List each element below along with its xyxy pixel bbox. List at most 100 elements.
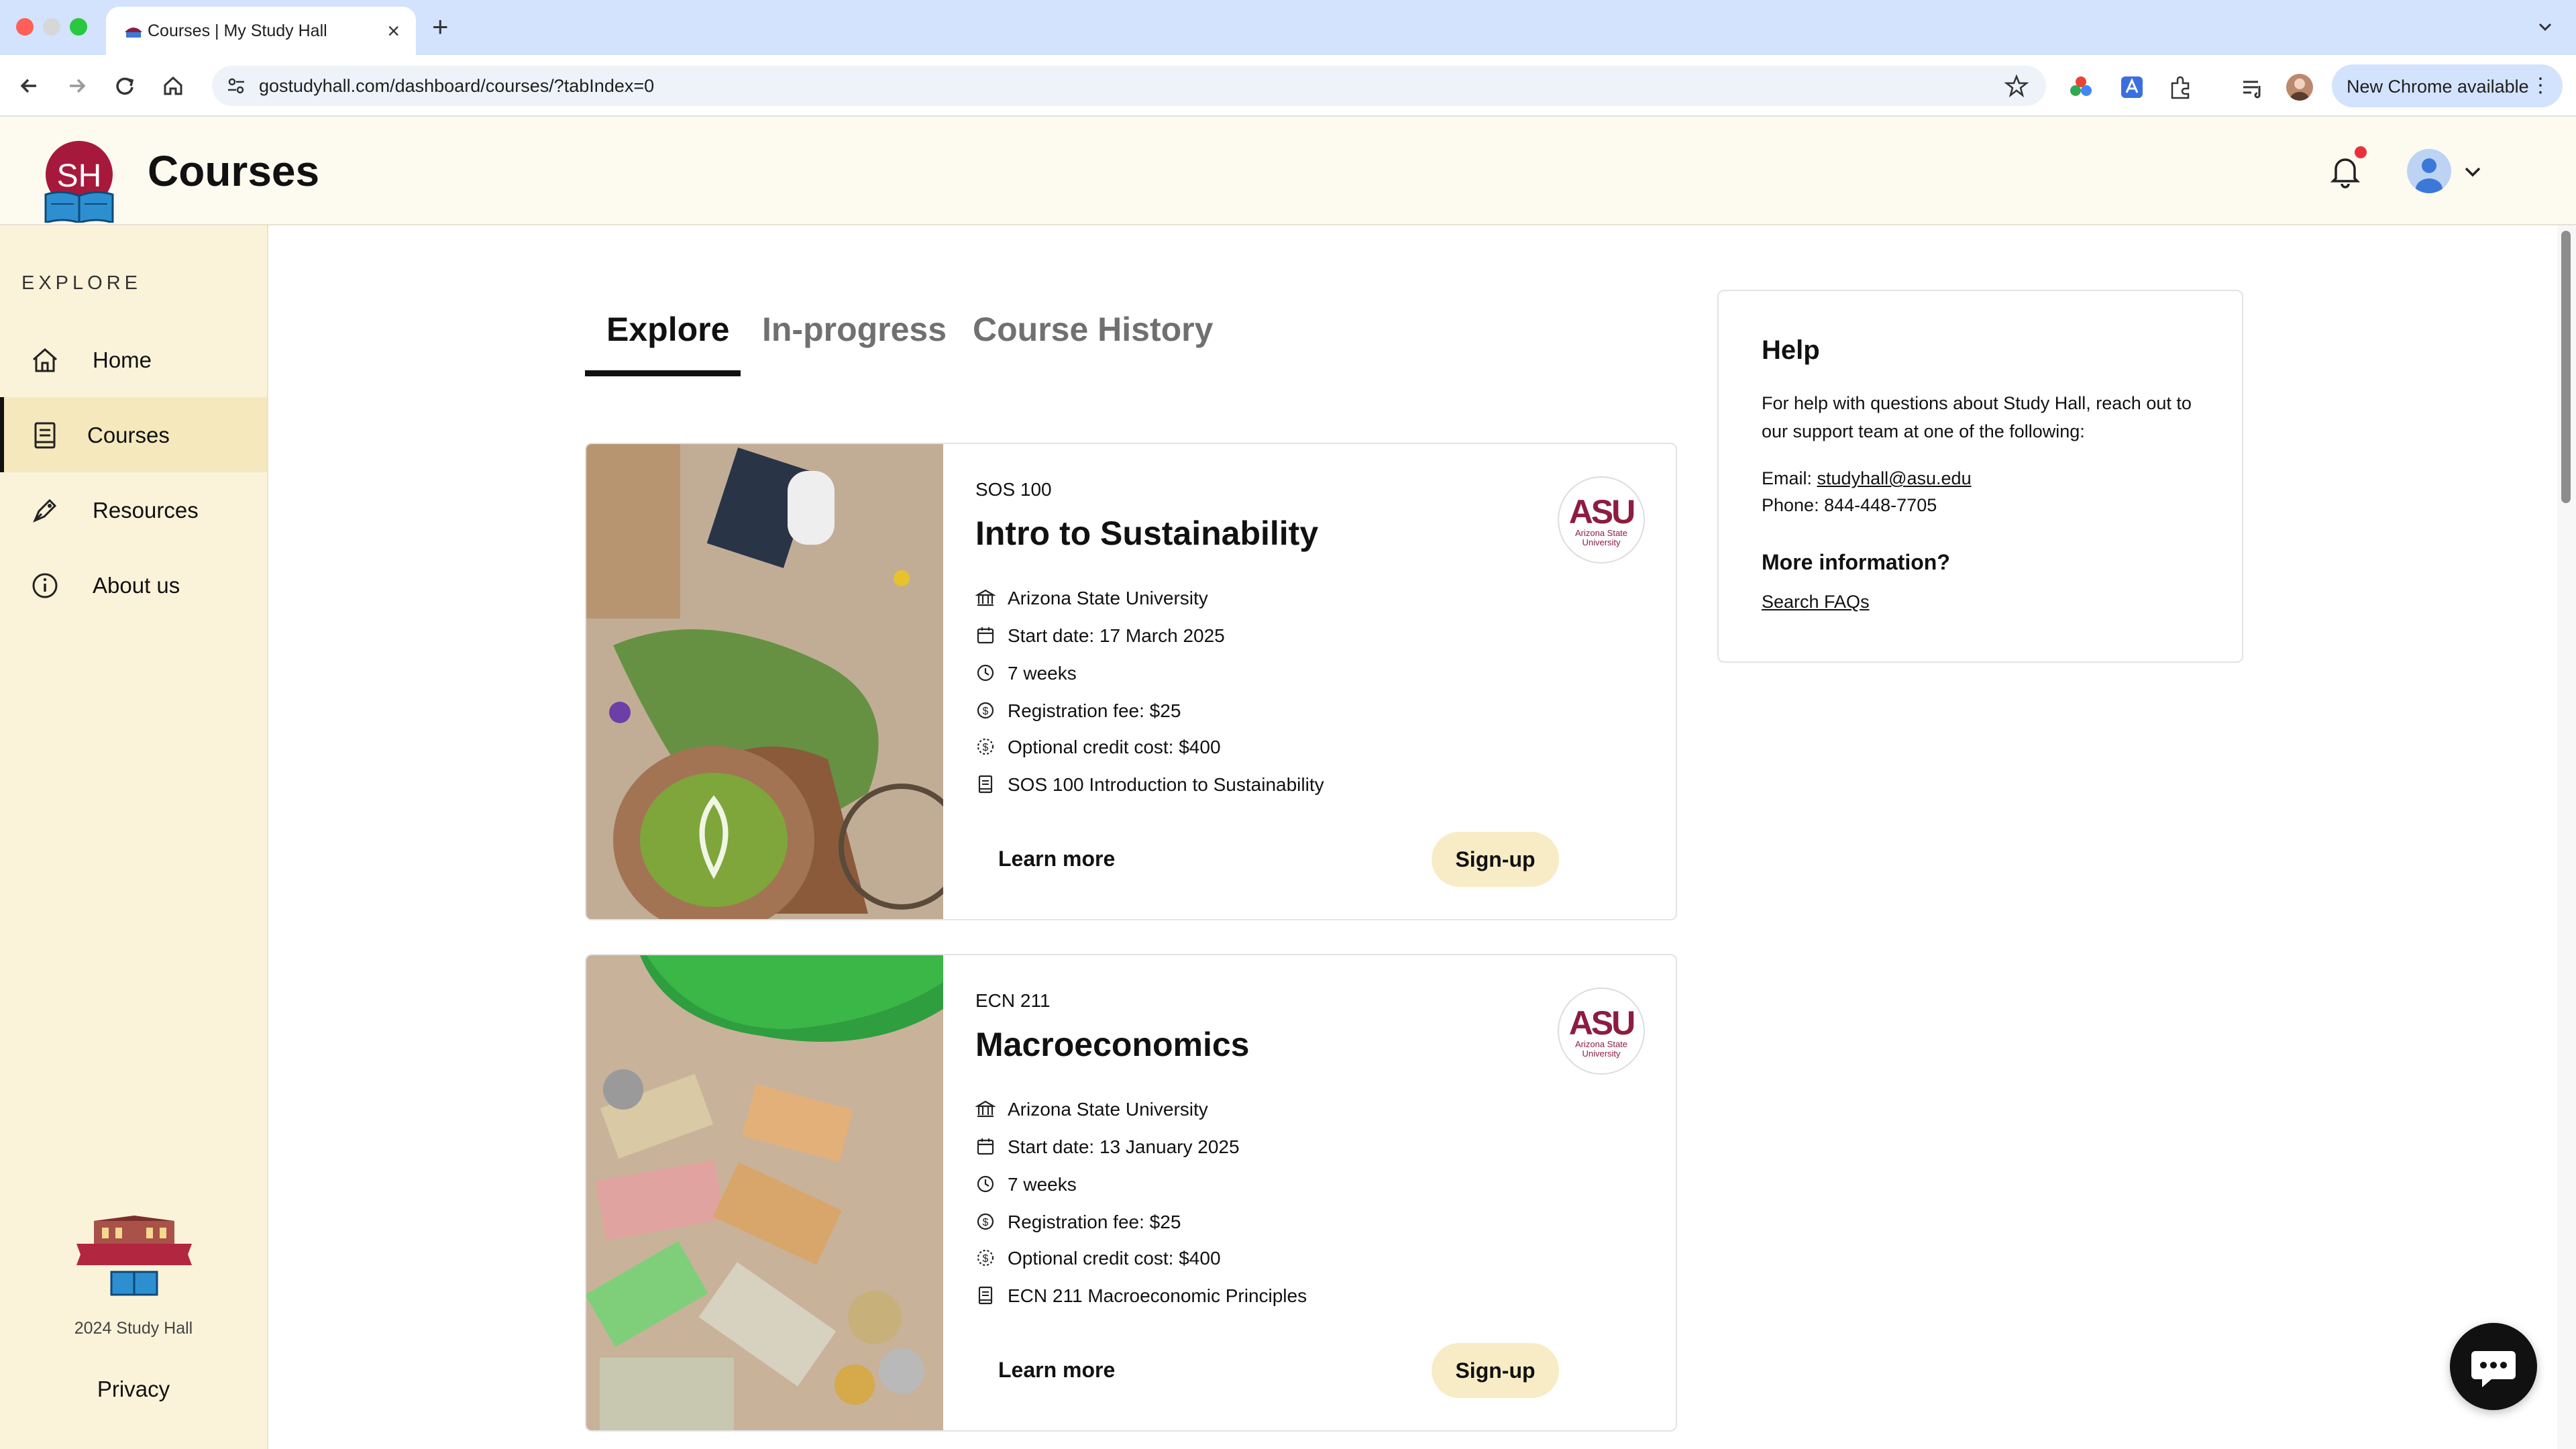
asu-logo-badge: ASU Arizona State University: [1558, 476, 1645, 564]
reading-list-icon[interactable]: [2239, 74, 2266, 101]
chevron-down-icon[interactable]: [2533, 15, 2557, 39]
page-title: Courses: [148, 147, 320, 195]
browser-toolbar: gostudyhall.com/dashboard/courses/?tabIn…: [0, 55, 2576, 117]
sidebar-item-label: Resources: [93, 498, 199, 523]
chat-bubble-icon: [2471, 1351, 2516, 1387]
sidebar-item-resources[interactable]: Resources: [0, 472, 267, 547]
credit-dollar-icon: $: [977, 1249, 994, 1267]
more-information-heading: More information?: [1762, 550, 1950, 574]
sign-up-button[interactable]: Sign-up: [1432, 1343, 1559, 1398]
new-chrome-available-button[interactable]: New Chrome available ⋮: [2332, 64, 2563, 107]
course-card: SOS 100 Intro to Sustainability ASU Ariz…: [585, 443, 1677, 920]
support-email-link[interactable]: studyhall@asu.edu: [1817, 468, 1972, 488]
dollar-icon: $: [977, 1213, 994, 1230]
forward-icon[interactable]: [62, 71, 91, 101]
tab-explore[interactable]: Explore: [606, 310, 729, 349]
window-minimize-button[interactable]: [43, 18, 60, 36]
calendar-icon: [977, 627, 994, 644]
window-zoom-button[interactable]: [70, 18, 87, 36]
tab-course-history[interactable]: Course History: [973, 310, 1213, 349]
browser-tabstrip: Courses | My Study Hall × +: [0, 0, 2576, 55]
bookmark-star-icon[interactable]: [2004, 74, 2029, 98]
sidebar-item-label: Courses: [87, 423, 170, 447]
svg-text:$: $: [983, 706, 989, 717]
info-icon: [32, 573, 58, 598]
institution-icon: [975, 1100, 996, 1118]
sign-up-button[interactable]: Sign-up: [1432, 832, 1559, 887]
translate-extension-icon[interactable]: [2118, 74, 2145, 101]
clock-icon: [977, 1175, 994, 1193]
asu-logo-text: ASU: [1568, 493, 1636, 531]
tab-title: Courses | My Study Hall: [148, 21, 327, 40]
extensions-puzzle-icon[interactable]: [2167, 74, 2194, 101]
new-chrome-label: New Chrome available: [2347, 76, 2529, 97]
user-menu-chevron-icon[interactable]: [2459, 158, 2486, 185]
course-card: ECN 211 Macroeconomics ASU Arizona State…: [585, 954, 1677, 1432]
home-browser-icon[interactable]: [158, 71, 188, 101]
book-icon: [978, 775, 993, 794]
resources-icon: [33, 498, 57, 523]
privacy-link[interactable]: Privacy: [0, 1377, 267, 1402]
copyright-text: 2024 Study Hall: [74, 1319, 193, 1338]
more-vert-icon[interactable]: ⋮: [2530, 74, 2551, 97]
svg-text:$: $: [983, 742, 989, 753]
new-tab-icon[interactable]: +: [432, 8, 449, 46]
tab-in-progress[interactable]: In-progress: [762, 310, 947, 349]
app-header: SH Courses: [0, 117, 2576, 225]
address-bar[interactable]: gostudyhall.com/dashboard/courses/?tabIn…: [212, 66, 2046, 106]
institution-icon: [975, 589, 996, 606]
email-label: Email:: [1762, 468, 1813, 488]
help-body: For help with questions about Study Hall…: [1762, 393, 2192, 441]
credit-dollar-icon: $: [977, 738, 994, 755]
course-code: SOS 100: [975, 479, 1052, 500]
sidebar-section-label: EXPLORE: [21, 272, 142, 294]
asu-logo-badge: ASU Arizona State University: [1558, 987, 1645, 1075]
sustainability-course-image: [586, 444, 943, 919]
close-tab-icon[interactable]: ×: [387, 19, 400, 43]
study-hall-favicon-icon: [125, 28, 142, 38]
study-hall-logo-icon[interactable]: SH: [40, 137, 118, 223]
sidebar: EXPLORE Home Courses Resources About us …: [0, 225, 268, 1449]
svg-text:$: $: [983, 1253, 989, 1265]
color-extension-icon[interactable]: [2068, 74, 2094, 101]
search-faqs-link[interactable]: Search FAQs: [1762, 592, 1870, 612]
url-text: gostudyhall.com/dashboard/courses/?tabIn…: [259, 76, 655, 96]
chat-button[interactable]: [2450, 1323, 2537, 1410]
sidebar-item-label: Home: [93, 347, 152, 372]
browser-tab[interactable]: Courses | My Study Hall ×: [106, 7, 416, 55]
site-info-icon[interactable]: [225, 75, 247, 97]
courses-icon: [34, 422, 56, 449]
svg-text:SH: SH: [57, 158, 102, 194]
svg-text:$: $: [983, 1217, 989, 1228]
macroeconomics-course-image: [586, 955, 943, 1430]
book-icon: [978, 1286, 993, 1305]
reload-icon[interactable]: [110, 71, 140, 101]
study-hall-building-logo-icon: [76, 1216, 192, 1296]
notification-badge: [2355, 146, 2367, 158]
help-panel: Help For help with questions about Study…: [1717, 290, 2243, 663]
chrome-profile-avatar[interactable]: [2286, 74, 2313, 101]
course-name: Macroeconomics: [975, 1026, 1250, 1063]
learn-more-button[interactable]: Learn more: [998, 1358, 1115, 1383]
course-name: Intro to Sustainability: [975, 515, 1319, 552]
sidebar-item-about[interactable]: About us: [0, 547, 267, 623]
sidebar-item-label: About us: [93, 573, 180, 598]
dollar-icon: $: [977, 702, 994, 719]
scrollbar-thumb[interactable]: [2561, 231, 2571, 503]
asu-logo-text: ASU: [1568, 1004, 1636, 1042]
calendar-icon: [977, 1138, 994, 1155]
help-email-line: Email: studyhall@asu.edu: [1762, 468, 1972, 489]
help-phone: Phone: 844-448-7705: [1762, 495, 1937, 515]
sidebar-item-home[interactable]: Home: [0, 322, 267, 397]
sidebar-item-courses[interactable]: Courses: [0, 397, 267, 472]
user-avatar[interactable]: [2407, 149, 2451, 193]
asu-logo-subtext: Arizona State University: [1574, 1039, 1628, 1059]
active-tab-indicator: [585, 370, 741, 376]
window-close-button[interactable]: [16, 18, 34, 36]
help-title: Help: [1762, 335, 1820, 365]
asu-logo-subtext: Arizona State University: [1574, 528, 1628, 547]
home-icon: [33, 347, 57, 372]
learn-more-button[interactable]: Learn more: [998, 847, 1115, 871]
back-icon[interactable]: [15, 71, 44, 101]
clock-icon: [977, 664, 994, 682]
